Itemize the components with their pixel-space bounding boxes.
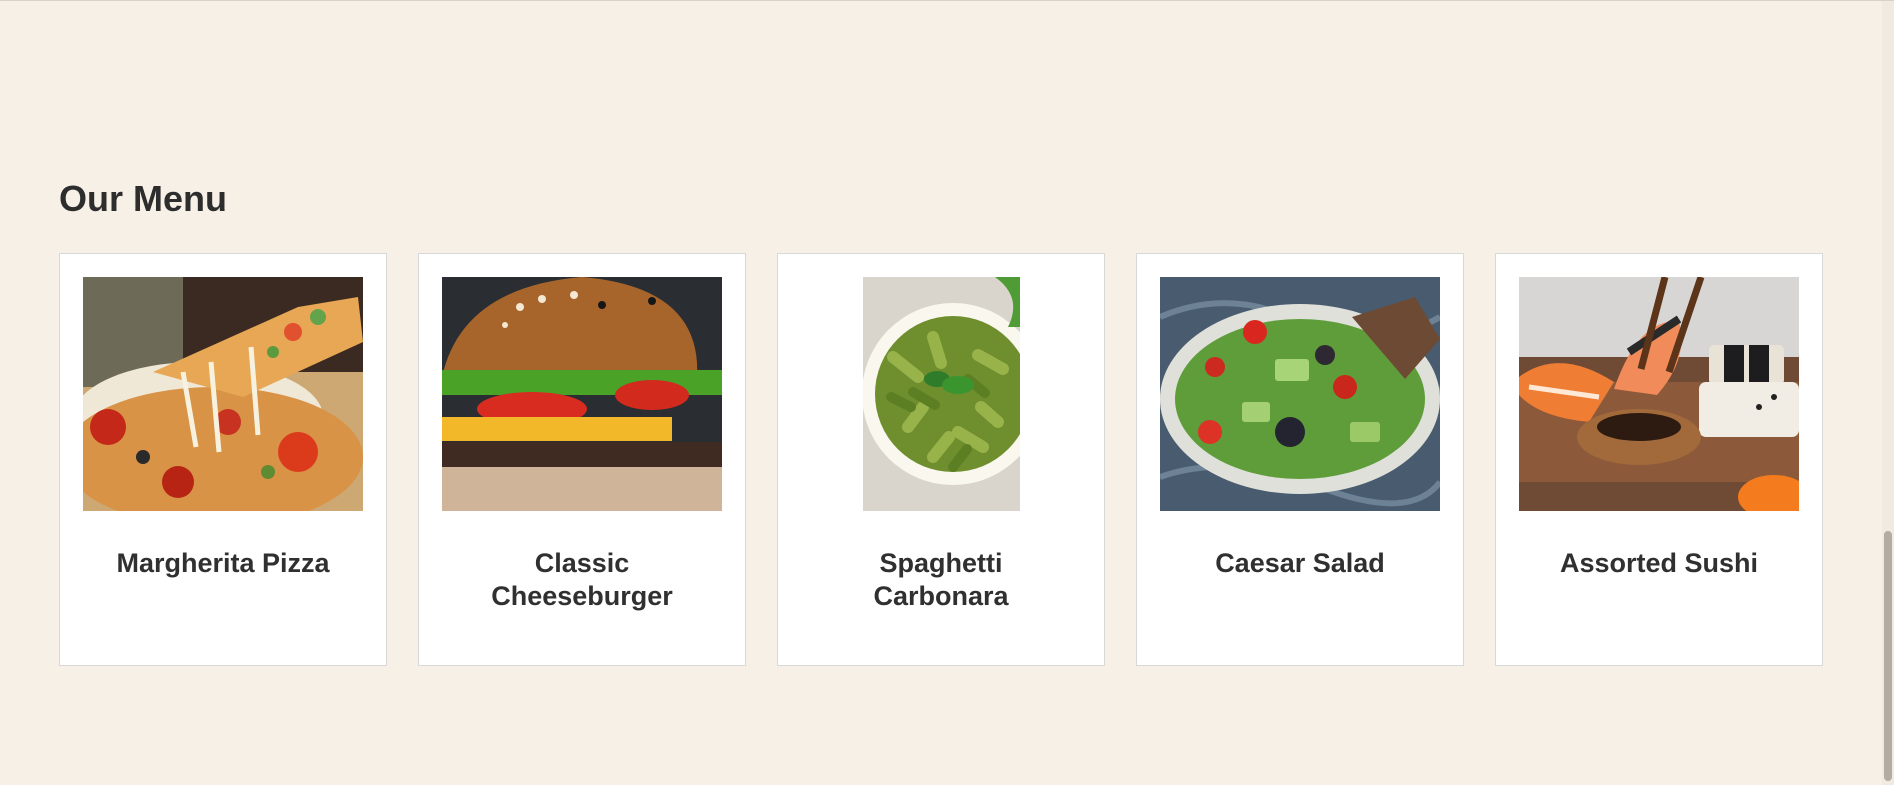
menu-card-sushi[interactable]: Assorted Sushi bbox=[1495, 253, 1823, 666]
menu-card-salad[interactable]: Caesar Salad bbox=[1136, 253, 1464, 666]
menu-item-name: Caesar Salad bbox=[1215, 548, 1385, 578]
scrollbar[interactable] bbox=[1882, 1, 1894, 785]
cheeseburger-photo bbox=[442, 277, 722, 511]
pizza-photo bbox=[83, 277, 363, 511]
menu-item-name: Spaghetti Carbonara bbox=[873, 548, 1009, 611]
salad-photo bbox=[1160, 277, 1440, 511]
pasta-photo bbox=[862, 277, 1020, 511]
menu-card-cheeseburger[interactable]: Classic Cheeseburger bbox=[418, 253, 746, 666]
menu-item-name: Assorted Sushi bbox=[1559, 548, 1759, 578]
menu-item-name: Classic Cheeseburger bbox=[491, 548, 673, 611]
menu-item-name: Margherita Pizza bbox=[116, 548, 330, 578]
menu-card-pizza[interactable]: Margherita Pizza bbox=[59, 253, 387, 666]
scrollbar-thumb[interactable] bbox=[1884, 531, 1892, 781]
menu-section: Our Menu Margherita Pizza Classic Cheese… bbox=[59, 169, 1825, 666]
menu-page: Our Menu Margherita Pizza Classic Cheese… bbox=[0, 0, 1894, 785]
sushi-photo bbox=[1519, 277, 1799, 511]
menu-card-list: Margherita Pizza Classic Cheeseburger Sp… bbox=[59, 253, 1823, 666]
menu-card-pasta[interactable]: Spaghetti Carbonara bbox=[777, 253, 1105, 666]
menu-title: Our Menu bbox=[59, 178, 227, 219]
